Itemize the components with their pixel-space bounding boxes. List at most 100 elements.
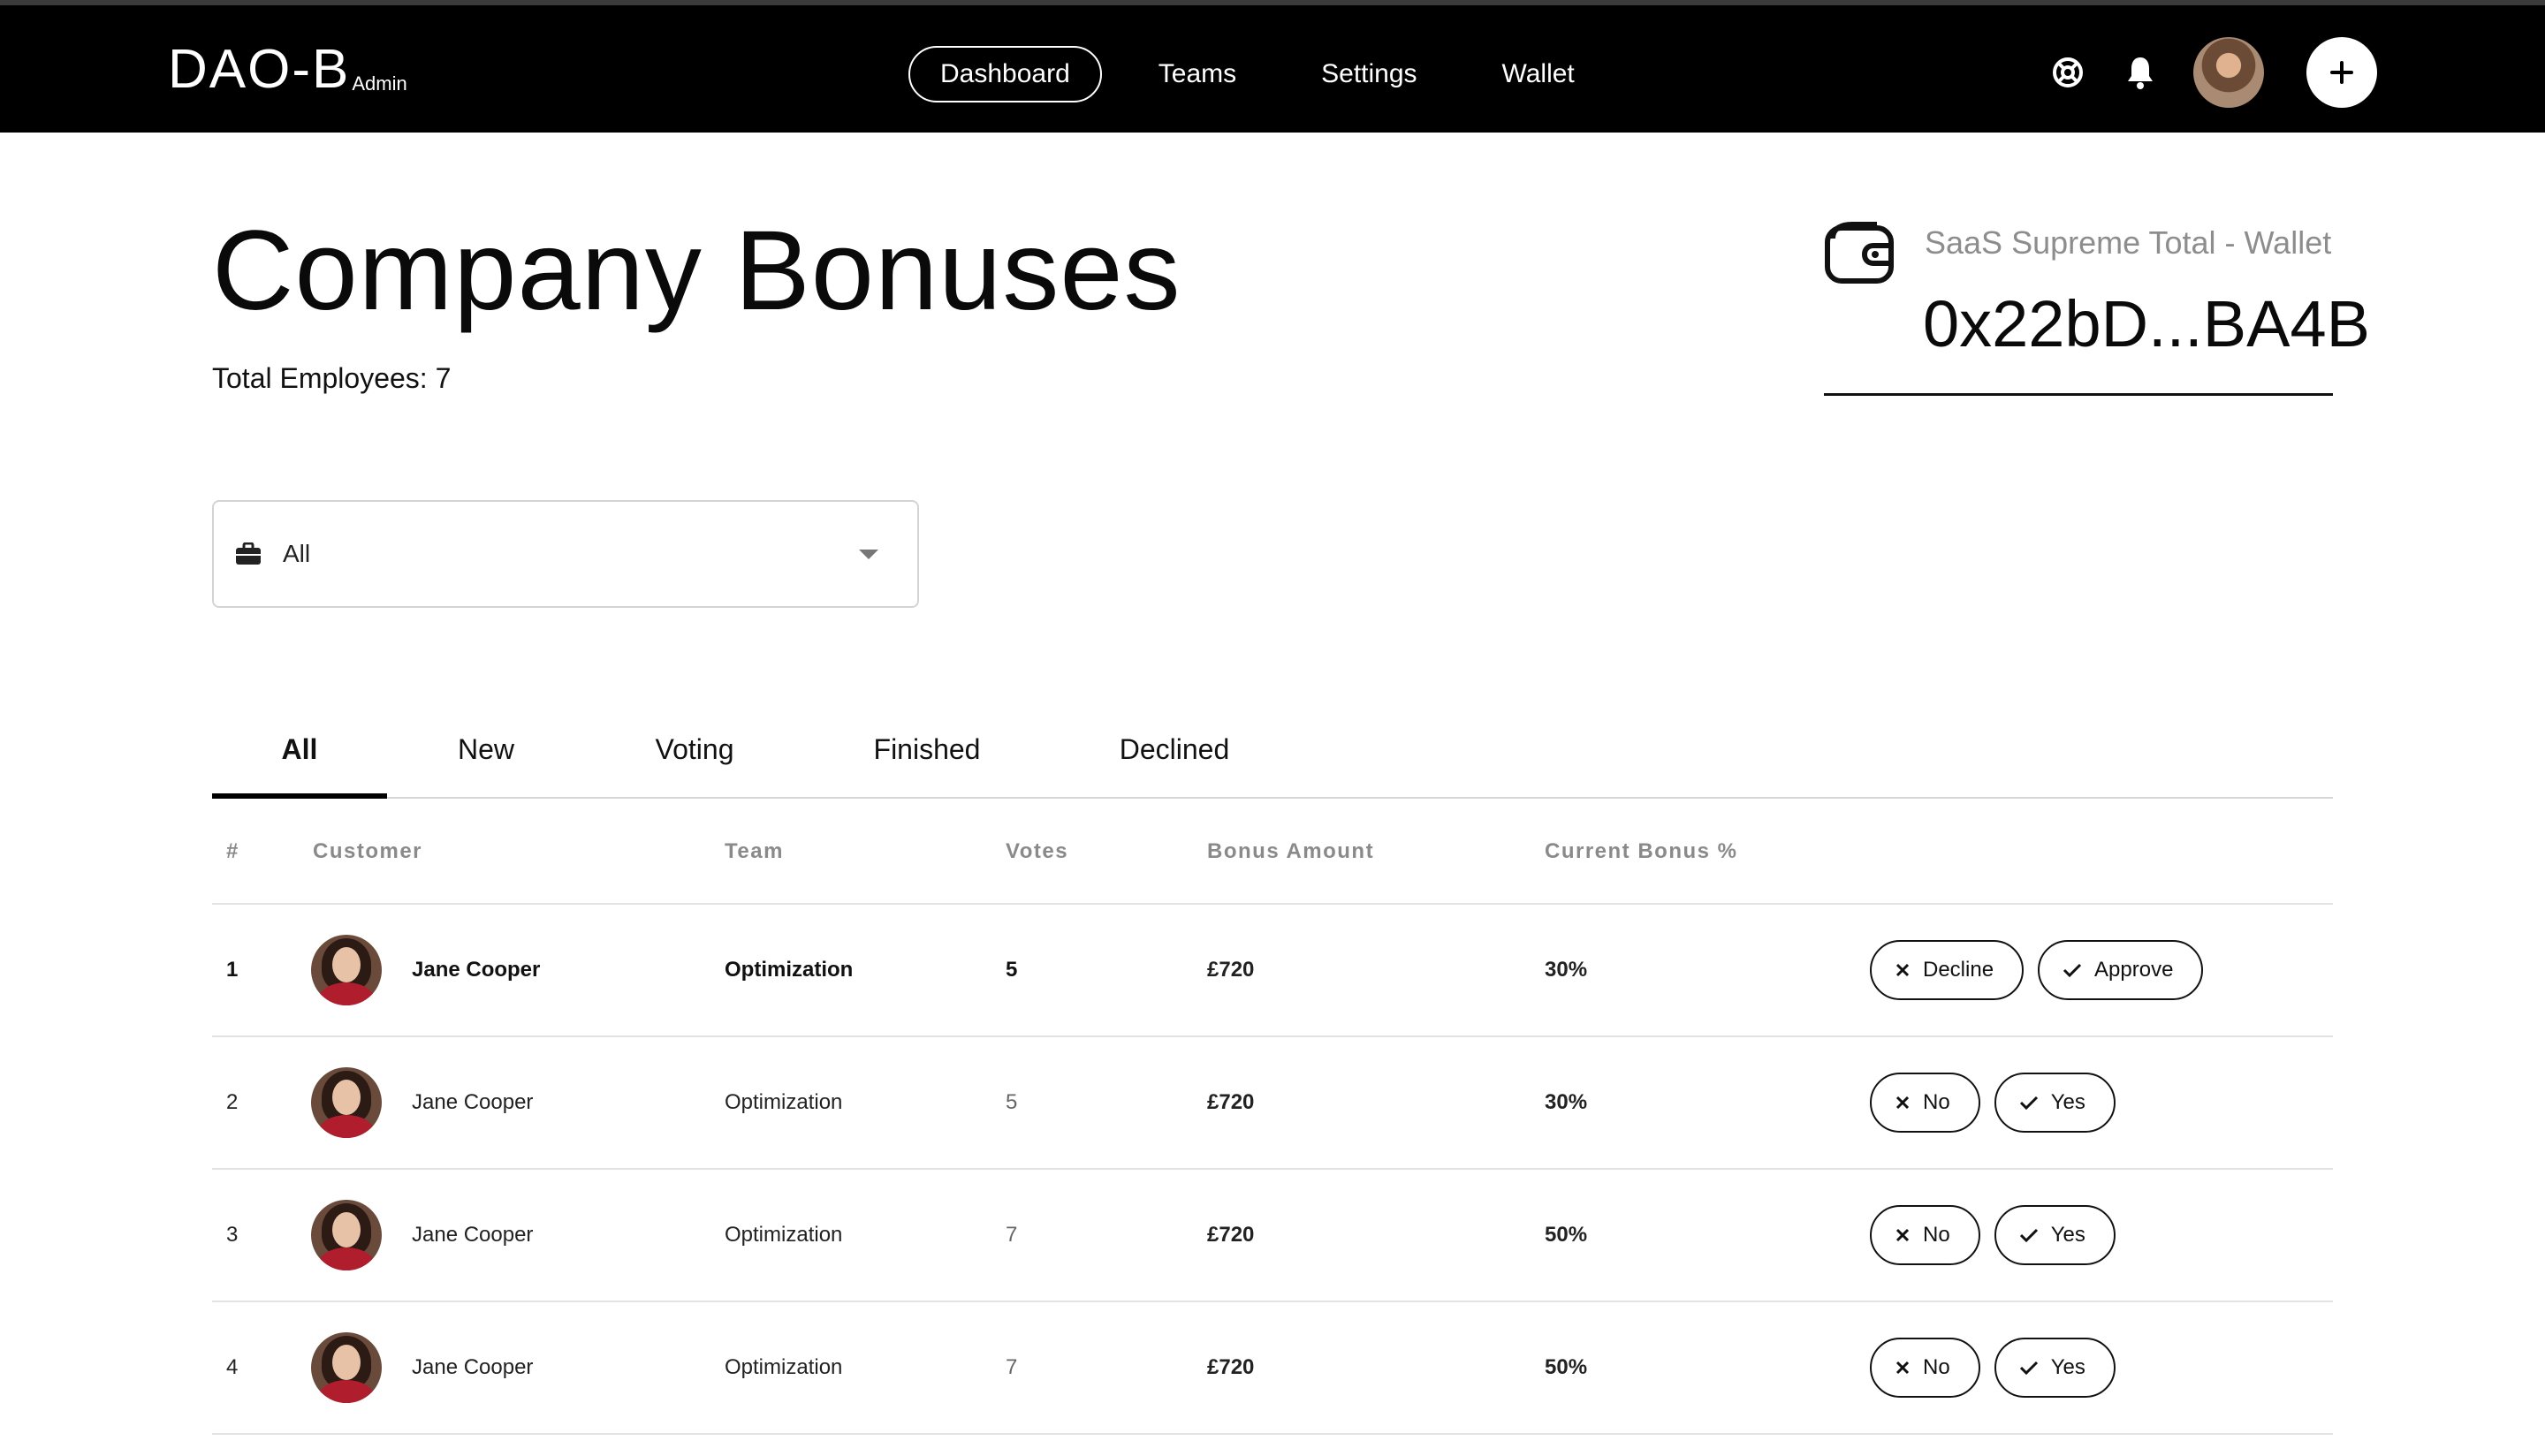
check-icon [2019,1228,2038,1243]
column-header-current-bonus: Current Bonus % [1545,839,1738,863]
decline-button[interactable]: Decline [1870,940,2025,1000]
team-name: Optimization [725,1090,843,1114]
tab-declined[interactable]: Declined [1050,714,1299,799]
avatar [311,1200,382,1270]
table-row: 2 Jane Cooper Optimization 5 £720 30% No… [212,1037,2333,1170]
customer-name: Jane Cooper [412,958,541,982]
main-nav: Dashboard Teams Settings Wallet [908,44,1630,104]
table-row: 4 Jane Cooper Optimization 7 £720 50% No… [212,1302,2333,1435]
nav-teams[interactable]: Teams [1128,46,1266,102]
wallet-summary[interactable]: SaaS Supreme Total - Wallet 0x22bD...BA4… [1824,216,2370,396]
bonus-amount: £720 [1207,1090,1255,1114]
status-tabs: All New Voting Finished Declined [212,714,2333,799]
bonus-amount: £720 [1207,1355,1255,1379]
approve-label: Approve [2094,958,2174,982]
logo-sub-text: Admin [352,72,407,95]
user-avatar[interactable] [2193,37,2264,108]
row-number: 3 [226,1223,239,1247]
avatar-cell [311,1302,382,1433]
team-name: Optimization [725,1355,843,1379]
tab-new[interactable]: New [387,714,585,799]
add-button[interactable] [2306,37,2377,108]
row-number: 1 [226,958,239,982]
votes-count: 5 [1006,1090,1018,1114]
briefcase-icon [235,539,265,569]
avatar-cell [311,905,382,1035]
column-header-bonus-amount: Bonus Amount [1207,839,1375,863]
avatar [311,935,382,1005]
current-bonus-percent: 50% [1545,1355,1588,1379]
votes-count: 7 [1006,1223,1018,1247]
table-row: 1 Jane Cooper Optimization 5 £720 30% De… [212,905,2333,1037]
row-actions: Decline Approve [1870,905,2217,1035]
nav-dashboard[interactable]: Dashboard [908,46,1102,102]
check-icon [2063,963,2082,978]
tab-voting[interactable]: Voting [585,714,804,799]
tab-all[interactable]: All [212,714,387,799]
current-bonus-percent: 30% [1545,958,1588,982]
check-icon [2019,1096,2038,1111]
approve-button[interactable]: Approve [2038,940,2204,1000]
column-header-votes: Votes [1006,839,1069,863]
total-employees: Total Employees: 7 [212,362,452,394]
yes-button[interactable]: Yes [1994,1205,2116,1265]
yes-button[interactable]: Yes [1994,1073,2116,1133]
logo-main-text: DAO-B [168,39,351,100]
filter-value: All [283,540,311,567]
no-label: No [1923,1223,1950,1247]
avatar [311,1067,382,1138]
column-header-customer: Customer [313,839,423,863]
row-actions: No Yes [1870,1302,2130,1433]
plus-icon [2330,61,2353,84]
tab-finished[interactable]: Finished [804,714,1050,799]
bell-icon[interactable] [2121,53,2160,92]
close-icon [1895,963,1910,977]
decline-label: Decline [1923,958,1994,982]
chevron-down-icon [859,550,878,559]
nav-settings[interactable]: Settings [1291,46,1447,102]
row-actions: No Yes [1870,1170,2130,1301]
app-logo[interactable]: DAO-B Admin [168,42,407,97]
customer-name: Jane Cooper [412,1223,534,1247]
team-name: Optimization [725,1223,843,1247]
wallet-address: 0x22bD...BA4B [1923,287,2370,360]
no-label: No [1923,1355,1950,1379]
avatar-cell [311,1170,382,1301]
customer-name: Jane Cooper [412,1355,534,1379]
row-number: 2 [226,1090,239,1114]
close-icon [1895,1228,1910,1242]
team-name: Optimization [725,958,854,982]
wallet-icon [1824,219,1895,290]
yes-label: Yes [2050,1355,2085,1379]
customer-name: Jane Cooper [412,1090,534,1114]
top-icons [2048,37,2377,108]
close-icon [1895,1361,1910,1375]
votes-count: 7 [1006,1355,1018,1379]
current-bonus-percent: 50% [1545,1223,1588,1247]
top-navbar: DAO-B Admin Dashboard Teams Settings Wal… [0,0,2545,133]
bonus-amount: £720 [1207,1223,1255,1247]
no-button[interactable]: No [1870,1073,1980,1133]
column-header-number: # [226,839,239,863]
table-header: # Customer Team Votes Bonus Amount Curre… [212,799,2333,905]
current-bonus-percent: 30% [1545,1090,1588,1114]
votes-count: 5 [1006,958,1018,982]
wallet-label: SaaS Supreme Total - Wallet [1925,224,2332,261]
no-label: No [1923,1090,1950,1114]
bonuses-table: # Customer Team Votes Bonus Amount Curre… [212,799,2333,1435]
page-title: Company Bonuses [212,208,1181,334]
close-icon [1895,1096,1910,1110]
team-filter-select[interactable]: All [212,500,919,608]
yes-label: Yes [2050,1223,2085,1247]
row-actions: No Yes [1870,1037,2130,1168]
support-icon[interactable] [2048,53,2087,92]
avatar [311,1332,382,1403]
no-button[interactable]: No [1870,1205,1980,1265]
yes-button[interactable]: Yes [1994,1338,2116,1398]
nav-wallet[interactable]: Wallet [1472,46,1605,102]
no-button[interactable]: No [1870,1338,1980,1398]
yes-label: Yes [2050,1090,2085,1114]
column-header-team: Team [725,839,784,863]
avatar-cell [311,1037,382,1168]
check-icon [2019,1361,2038,1376]
